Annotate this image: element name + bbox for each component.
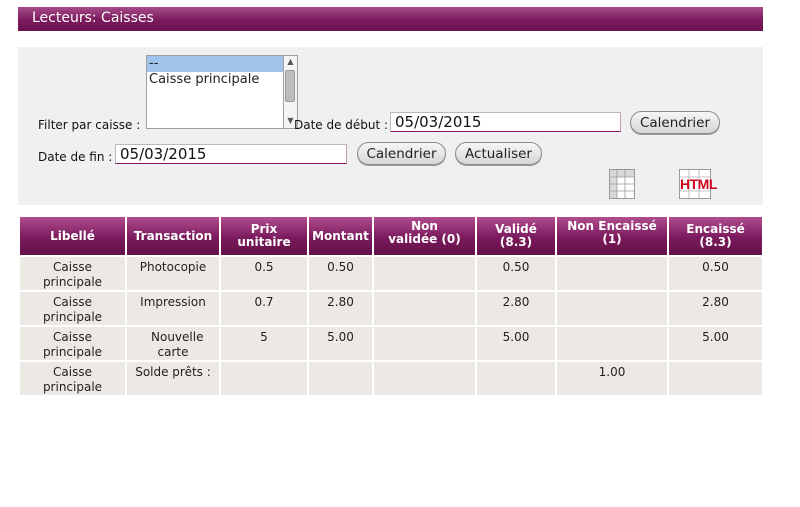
table-row: Caisse principale Photocopie 0.5 0.50 0.…	[20, 255, 762, 292]
spreadsheet-icon[interactable]	[609, 169, 635, 199]
caisse-option[interactable]: --	[147, 56, 283, 72]
table-cell	[557, 255, 667, 292]
caisse-filter-label: Filter par caisse :	[38, 118, 141, 132]
caisse-option[interactable]: Caisse principale	[147, 72, 283, 88]
start-date-input[interactable]	[390, 112, 621, 132]
table-cell: 0.50	[477, 255, 555, 292]
table-cell	[477, 362, 555, 397]
table-cell: 2.80	[669, 292, 762, 327]
table-cell: Caisse principale	[20, 255, 125, 292]
start-date-label: Date de début :	[294, 118, 389, 132]
table-cell: Photocopie	[127, 255, 219, 292]
table-cell	[309, 362, 372, 397]
table-cell: 0.50	[669, 255, 762, 292]
table-cell	[374, 255, 475, 292]
table-cell	[221, 362, 307, 397]
end-date-label: Date de fin :	[38, 150, 113, 164]
table-cell: 5.00	[309, 327, 372, 362]
table-row: Caisse principale Solde prêts : 1.00	[20, 362, 762, 397]
page-title-bar: Lecteurs: Caisses	[18, 7, 763, 31]
table-cell	[374, 292, 475, 327]
filter-panel: Filter par caisse : -- Caisse principale…	[18, 47, 763, 205]
column-header-prix-unitaire[interactable]: Prix unitaire	[221, 217, 307, 255]
table-cell	[374, 362, 475, 397]
scroll-up-icon[interactable]: ▲	[284, 56, 297, 68]
column-header-libelle[interactable]: Libellé	[20, 217, 125, 255]
html-export-label: HTML	[680, 176, 717, 192]
table-cell: 0.7	[221, 292, 307, 327]
table-cell: 5	[221, 327, 307, 362]
table-cell: Impression	[127, 292, 219, 327]
html-export-icon[interactable]: HTML	[679, 169, 717, 199]
column-header-valide[interactable]: Validé (8.3)	[477, 217, 555, 255]
page-title: Lecteurs: Caisses	[32, 10, 154, 26]
caisse-listbox[interactable]: -- Caisse principale	[146, 55, 284, 129]
table-cell	[669, 362, 762, 397]
table-cell: Caisse principale	[20, 362, 125, 397]
column-header-non-validee[interactable]: Non validée (0)	[374, 217, 475, 255]
table-cell	[557, 327, 667, 362]
column-header-montant[interactable]: Montant	[309, 217, 372, 255]
start-calendar-button[interactable]: Calendrier	[630, 111, 720, 134]
table-cell: 5.00	[669, 327, 762, 362]
table-cell: Solde prêts :	[127, 362, 219, 397]
column-header-encaisse[interactable]: Encaissé (8.3)	[669, 217, 762, 255]
table-row: Caisse principale Impression 0.7 2.80 2.…	[20, 292, 762, 327]
table-cell: 1.00	[557, 362, 667, 397]
table-cell: 0.50	[309, 255, 372, 292]
table-cell: 2.80	[477, 292, 555, 327]
table-cell	[374, 327, 475, 362]
end-calendar-button[interactable]: Calendrier	[357, 142, 446, 165]
table-cell: 0.5	[221, 255, 307, 292]
refresh-button[interactable]: Actualiser	[455, 142, 542, 165]
column-header-non-encaisse[interactable]: Non Encaissé (1)	[557, 217, 667, 255]
end-date-input[interactable]	[115, 144, 347, 164]
table-cell: Nouvelle carte	[127, 327, 219, 362]
table-cell: 5.00	[477, 327, 555, 362]
table-cell	[557, 292, 667, 327]
table-cell: 2.80	[309, 292, 372, 327]
caisse-report-table: Libellé Transaction Prix unitaire Montan…	[18, 217, 764, 397]
table-cell: Caisse principale	[20, 292, 125, 327]
table-row: Caisse principale Nouvelle carte 5 5.00 …	[20, 327, 762, 362]
column-header-transaction[interactable]: Transaction	[127, 217, 219, 255]
table-header-row: Libellé Transaction Prix unitaire Montan…	[20, 217, 762, 255]
table-cell: Caisse principale	[20, 327, 125, 362]
scroll-thumb[interactable]	[285, 70, 295, 102]
